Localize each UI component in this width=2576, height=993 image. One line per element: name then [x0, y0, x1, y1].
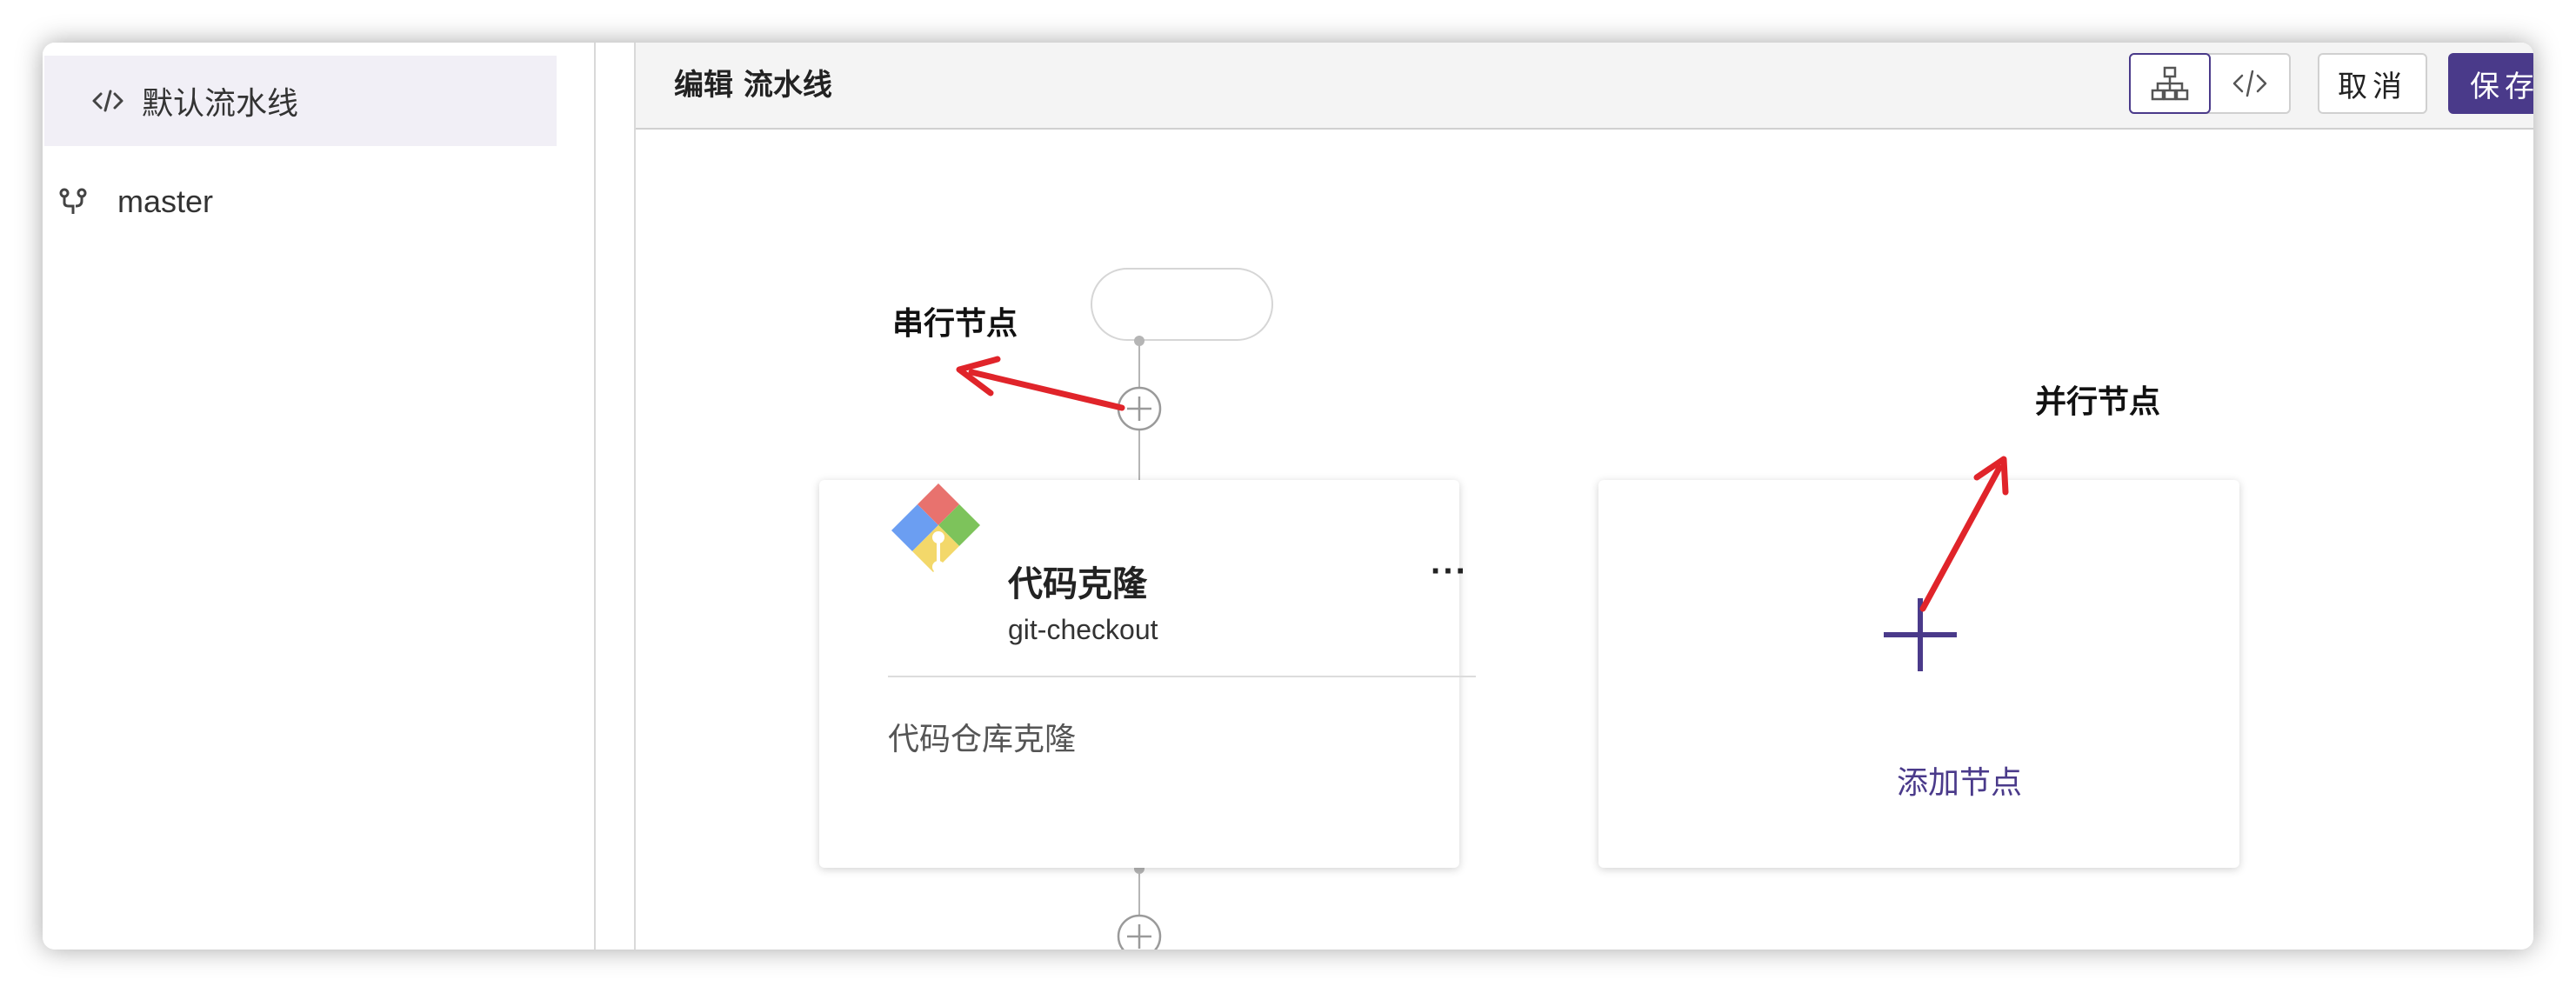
- add-node-label: 添加节点: [1897, 765, 2023, 801]
- add-parallel-node-card[interactable]: [1598, 480, 2239, 868]
- card-title: 代码克隆: [1008, 564, 1147, 604]
- node-card-git-checkout[interactable]: [819, 480, 1459, 868]
- serial-node-annotation: 串行节点: [892, 306, 1018, 342]
- more-options-icon[interactable]: ···: [1431, 552, 1468, 591]
- app-window: 默认流水线 master 编辑 流水线 取消 保存 代码克隆 git-check…: [43, 43, 2533, 950]
- parallel-node-annotation: 并行节点: [2035, 384, 2161, 420]
- card-subtitle: git-checkout: [1008, 614, 1158, 645]
- card-divider: [888, 676, 1476, 677]
- card-description: 代码仓库克隆: [888, 722, 1077, 757]
